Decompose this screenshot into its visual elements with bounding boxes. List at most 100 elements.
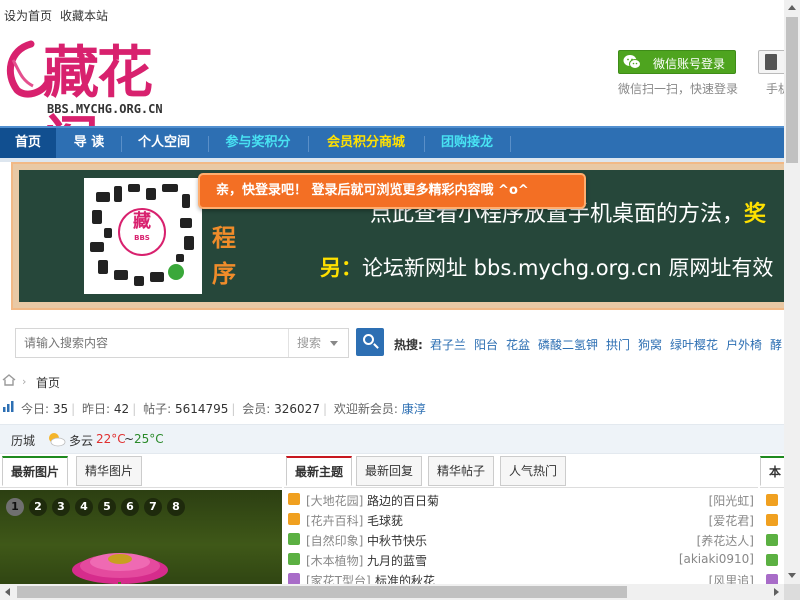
nav-item-group-buy[interactable]: 团购接龙 [426, 128, 508, 158]
search-button[interactable] [356, 328, 384, 356]
tab-featured-posts[interactable]: 精华帖子 [428, 456, 495, 486]
horizontal-scrollbar[interactable] [0, 584, 784, 600]
post-type-icon [288, 533, 300, 545]
weather-city: 历城 [11, 434, 36, 448]
vertical-scroll-thumb[interactable] [786, 17, 798, 163]
hot-search-word[interactable]: 君子兰 [430, 336, 466, 353]
slide-page-button[interactable]: 4 [75, 498, 93, 516]
banner-line-1-highlight: 奖 [744, 202, 767, 227]
post-forum[interactable]: [自然印象] [306, 532, 363, 549]
post-type-icon [766, 494, 778, 506]
site-header: 藏花阁 BBS.MYCHG.ORG.CN 微信账号登录 微信扫一扫，快速登录 手… [0, 28, 790, 176]
post-author[interactable]: [爱花君] [709, 512, 754, 529]
post-title[interactable]: 中秋节快乐 [367, 532, 427, 549]
hot-search-word[interactable]: 狗窝 [638, 336, 662, 353]
stats-posts: 5614795 [174, 402, 229, 416]
login-prompt-popup[interactable]: 亲，快登录吧！ 登录后就可浏览更多精彩内容哦 ^o^ [198, 173, 586, 209]
wechat-login-label: 微信账号登录 [653, 57, 726, 71]
tab-latest-images[interactable]: 最新图片 [2, 456, 69, 486]
nav-item-home[interactable]: 首页 [0, 128, 56, 158]
scroll-left-icon[interactable] [5, 588, 10, 596]
banner-line-2-text: 论坛新网址 bbs.mychg.org.cn 原网址有效 [362, 256, 774, 280]
post-title[interactable]: 九月的蓝雪 [367, 552, 427, 569]
breadcrumb: › 首页 [0, 368, 784, 394]
bookmark-site-link[interactable]: 收藏本站 [60, 7, 108, 24]
phone-icon [765, 54, 777, 70]
post-forum[interactable]: [木本植物] [306, 552, 363, 569]
tab-latest-topics[interactable]: 最新主题 [286, 456, 353, 486]
slide-page-button[interactable]: 3 [52, 498, 70, 516]
post-author[interactable]: [akiaki0910] [679, 552, 754, 566]
nav-separator [424, 136, 425, 152]
stats-members: 326027 [274, 402, 320, 416]
scroll-right-icon[interactable] [774, 588, 779, 596]
nav-item-reward-points[interactable]: 参与奖积分 [210, 128, 306, 158]
post-type-icon [288, 553, 300, 565]
mini-program-icon [168, 264, 184, 280]
slide-page-button[interactable]: 8 [167, 498, 185, 516]
search-box: 搜索 [15, 328, 349, 358]
weather-bar: 历城 多云 22°C ~ 25°C [0, 424, 784, 454]
forum-stats: 今日: 35 | 昨日: 42 | 帖子: 5614795 | 会员: 326027 |… [0, 394, 784, 418]
wechat-login-tip: 微信扫一扫，快速登录 [618, 82, 739, 96]
tab-featured-images[interactable]: 精华图片 [76, 456, 143, 486]
post-row[interactable]: [自然印象] 中秋节快乐 [养花达人] [284, 530, 758, 550]
scroll-down-icon[interactable] [788, 573, 796, 578]
scrollbar-corner [784, 584, 800, 600]
qr-logo: 藏 BBS [118, 208, 166, 256]
search-area: 搜索 热搜: 君子兰 阳台 花盆 磷酸二氢钾 拱门 狗窝 绿叶樱花 户外椅 酵 [0, 318, 784, 364]
post-title[interactable]: 毛球莸 [367, 512, 403, 529]
nav-item-points-mall[interactable]: 会员积分商城 [310, 128, 422, 158]
slide-page-button[interactable]: 6 [121, 498, 139, 516]
post-type-icon [766, 534, 778, 546]
horizontal-scroll-thumb[interactable] [17, 586, 627, 598]
tab-latest-replies[interactable]: 最新回复 [356, 456, 423, 486]
tab-popular[interactable]: 人气热门 [500, 456, 567, 486]
scroll-up-icon[interactable] [788, 5, 796, 10]
post-row[interactable]: [木本植物] 九月的蓝雪 [akiaki0910] [284, 550, 758, 570]
post-title[interactable]: 路边的百日菊 [367, 492, 439, 509]
post-type-icon [766, 554, 778, 566]
search-input[interactable] [16, 329, 288, 357]
hot-search-label: 热搜: [394, 338, 423, 352]
hot-search-word[interactable]: 拱门 [606, 336, 630, 353]
mini-program-qr-code: 藏 BBS [84, 178, 202, 294]
post-type-icon [288, 493, 300, 505]
site-logo[interactable]: 藏花阁 BBS.MYCHG.ORG.CN [3, 38, 198, 176]
set-homepage-link[interactable]: 设为首页 [4, 7, 52, 24]
weather-tilde: ~ [124, 432, 135, 446]
post-tabs: 最新主题 最新回复 精华帖子 人气热门 [284, 454, 758, 488]
home-icon[interactable] [2, 374, 16, 386]
slide-page-button[interactable]: 1 [6, 498, 24, 516]
slide-page-button[interactable]: 5 [98, 498, 116, 516]
post-forum[interactable]: [大地花园] [306, 492, 363, 509]
breadcrumb-home[interactable]: 首页 [36, 374, 60, 391]
hot-search-word[interactable]: 磷酸二氢钾 [538, 336, 598, 353]
post-row[interactable]: [花卉百科] 毛球莸 [爱花君] [284, 510, 758, 530]
post-row[interactable]: [大地花园] 路边的百日菊 [阳光虹] [284, 490, 758, 510]
hot-search-word[interactable]: 花盆 [506, 336, 530, 353]
partly-cloudy-icon [49, 433, 66, 447]
stats-yesterday: 42 [113, 402, 130, 416]
nav-item-personal-space[interactable]: 个人空间 [122, 128, 206, 158]
nav-item-guide[interactable]: 导 读 [58, 128, 120, 158]
search-type-label: 搜索 [297, 336, 322, 350]
post-author[interactable]: [阳光虹] [709, 492, 754, 509]
post-author[interactable]: [养花达人] [697, 532, 754, 549]
hot-search-word[interactable]: 绿叶樱花 [670, 336, 718, 353]
hot-search-word[interactable]: 酵 [770, 336, 782, 353]
post-forum[interactable]: [花卉百科] [306, 512, 363, 529]
vertical-scrollbar[interactable] [784, 0, 800, 584]
newest-member-link[interactable]: 康淳 [402, 402, 426, 416]
weather-low: 25°C [134, 432, 164, 446]
nav-separator [208, 136, 209, 152]
hot-search-word[interactable]: 阳台 [474, 336, 498, 353]
nav-separator [308, 136, 309, 152]
hot-search-word[interactable]: 户外椅 [726, 336, 762, 353]
tab-right[interactable]: 本 [760, 456, 784, 486]
slide-page-button[interactable]: 7 [144, 498, 162, 516]
slide-page-button[interactable]: 2 [29, 498, 47, 516]
search-type-select[interactable]: 搜索 [288, 329, 348, 357]
wechat-login-button[interactable]: 微信账号登录 [618, 50, 736, 74]
logo-url: BBS.MYCHG.ORG.CN [47, 102, 163, 116]
